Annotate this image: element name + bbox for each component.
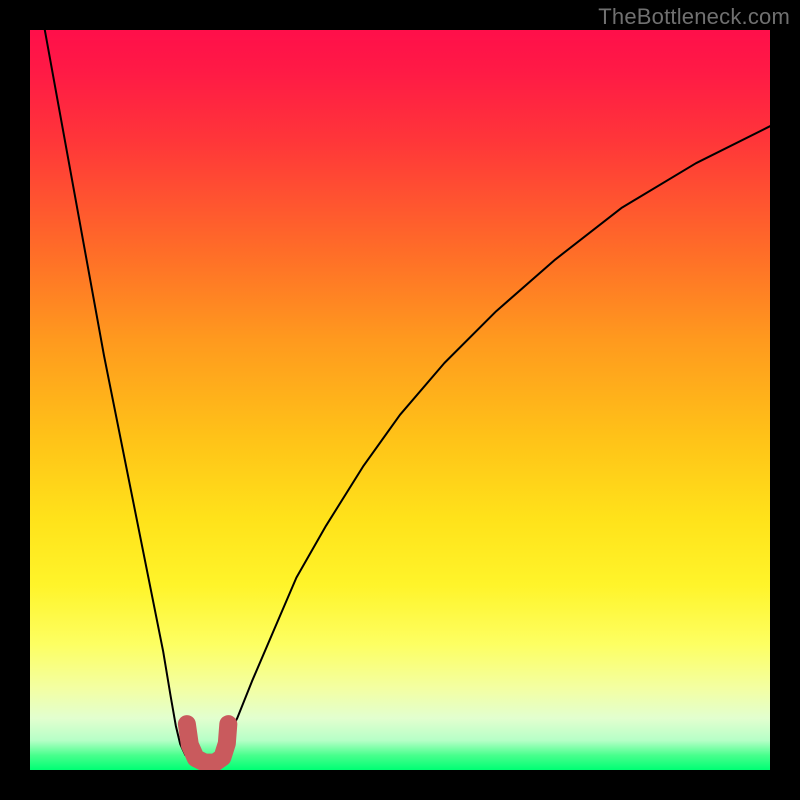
curve-layer — [30, 30, 770, 770]
right-branch-line — [211, 126, 770, 768]
plot-area — [30, 30, 770, 770]
watermark-text: TheBottleneck.com — [598, 4, 790, 30]
left-branch-line — [45, 30, 204, 769]
chart-frame: TheBottleneck.com — [0, 0, 800, 800]
u-marker-line — [187, 724, 228, 762]
